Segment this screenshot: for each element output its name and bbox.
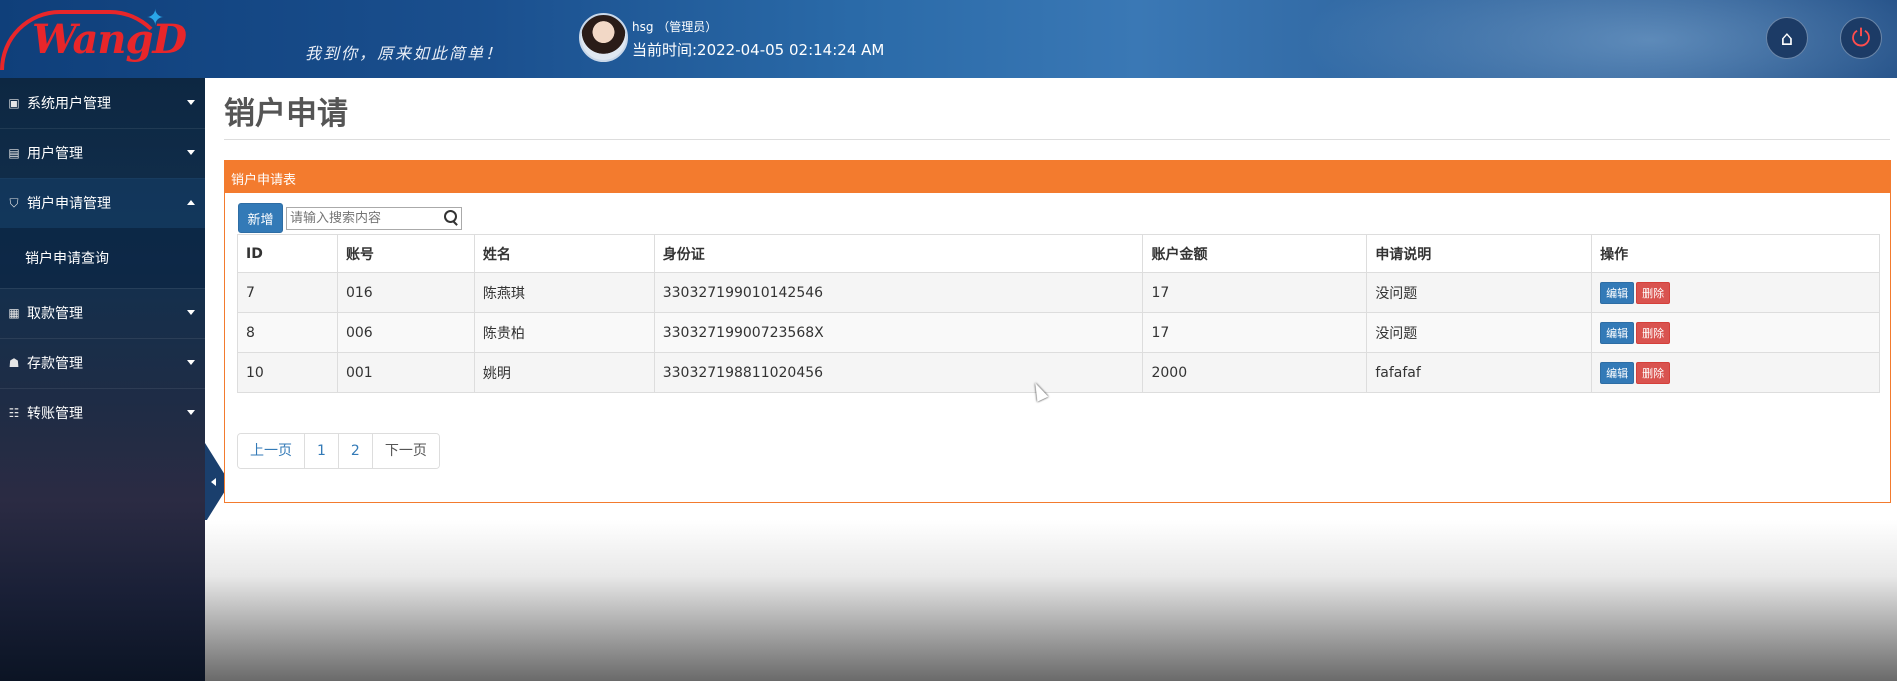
cell-name: 姚明: [473, 352, 655, 393]
sidebar-submenu: 销户申请查询: [0, 228, 205, 288]
sitemap-icon: ☷: [8, 406, 20, 420]
home-button[interactable]: ⌂: [1766, 17, 1808, 59]
data-table: ID 账号 姓名 身份证 账户金额 申请说明 操作 7 016 陈燕琪 3303…: [237, 234, 1880, 393]
slogan: 我到你，原来如此简单！: [305, 44, 504, 63]
current-time: 当前时间:2022-04-05 02:14:24 AM: [632, 41, 885, 59]
pager-next[interactable]: 下一页: [372, 434, 439, 468]
background-fade: [205, 520, 1897, 681]
cell-account: 016: [336, 272, 475, 313]
chevron-left-icon: [211, 478, 216, 486]
id-card-icon: ▣: [8, 96, 20, 110]
delete-button[interactable]: 删除: [1636, 281, 1671, 304]
column-header: 账号: [336, 234, 475, 273]
edit-button[interactable]: 编辑: [1600, 361, 1635, 384]
cell-id: 8: [237, 312, 338, 353]
sidebar-item-users[interactable]: ▤ 用户管理: [0, 128, 205, 178]
avatar[interactable]: [579, 13, 628, 62]
table-row: 10 001 姚明 330327198811020456 2000 fafafa…: [237, 352, 1880, 393]
sidebar-item-label: 系统用户管理: [27, 96, 111, 112]
sidebar-item-withdraw[interactable]: ▦ 取款管理: [0, 288, 205, 338]
column-header: 姓名: [473, 234, 655, 273]
column-header: 操作: [1591, 234, 1880, 273]
panel-title: 销户申请表: [225, 161, 1890, 193]
column-header: 申请说明: [1366, 234, 1593, 273]
users-icon: ☗: [8, 356, 20, 370]
logo: WangD ✦: [0, 4, 187, 70]
chevron-down-icon: [187, 100, 195, 105]
sidebar-item-close-account[interactable]: ⛉ 销户申请管理: [0, 178, 205, 228]
home-icon: ⌂: [1780, 26, 1794, 50]
close-account-panel: 销户申请表 新增 ID 账号 姓名 身份证 账户金额 申请说明 操作 7 016: [224, 160, 1891, 503]
column-header: ID: [237, 234, 338, 273]
sidebar: ▣ 系统用户管理 ▤ 用户管理 ⛉ 销户申请管理 销户申请查询 ▦ 取款管理 ☗…: [0, 78, 205, 681]
pagination: 上一页 1 2 下一页: [237, 433, 440, 469]
delete-button[interactable]: 删除: [1636, 321, 1671, 344]
chevron-down-icon: [187, 310, 195, 315]
search-icon[interactable]: [444, 210, 458, 224]
cell-actions: 编辑 删除: [1591, 312, 1880, 353]
add-button[interactable]: 新增: [238, 203, 283, 233]
table-header-row: ID 账号 姓名 身份证 账户金额 申请说明 操作: [237, 234, 1880, 273]
cell-id: 10: [237, 352, 338, 393]
table-row: 8 006 陈贵柏 33032719900723568X 17 没问题 编辑 删除: [237, 312, 1880, 353]
table-row: 7 016 陈燕琪 330327199010142546 17 没问题 编辑 删除: [237, 272, 1880, 313]
sidebar-item-label: 销户申请管理: [27, 196, 111, 212]
cell-note: fafafaf: [1366, 352, 1593, 393]
search-box: [286, 207, 462, 230]
user-name: hsg （管理员）: [632, 20, 718, 34]
cell-id: 7: [237, 272, 338, 313]
column-header: 身份证: [653, 234, 1144, 273]
pager-page-2[interactable]: 2: [338, 434, 373, 468]
cell-balance: 17: [1142, 312, 1368, 353]
cell-id-card: 33032719900723568X: [653, 312, 1144, 353]
sidebar-item-label: 用户管理: [27, 146, 83, 162]
power-icon: ⏻: [1851, 24, 1871, 52]
sidebar-item-label: 存款管理: [27, 356, 83, 372]
edit-button[interactable]: 编辑: [1600, 321, 1635, 344]
sidebar-item-label: 取款管理: [27, 306, 83, 322]
file-icon: ▦: [8, 306, 20, 320]
cell-account: 006: [336, 312, 475, 353]
sidebar-item-label: 转账管理: [27, 406, 83, 422]
sidebar-collapse-toggle[interactable]: [205, 443, 225, 523]
top-header: WangD ✦ 我到你，原来如此简单！ hsg （管理员） 当前时间:2022-…: [0, 0, 1897, 78]
cell-account: 001: [336, 352, 475, 393]
sidebar-item-system-users[interactable]: ▣ 系统用户管理: [0, 78, 205, 128]
cell-balance: 2000: [1142, 352, 1368, 393]
chevron-down-icon: [187, 410, 195, 415]
edit-button[interactable]: 编辑: [1600, 281, 1635, 304]
chevron-up-icon: [187, 200, 195, 205]
logo-drop-icon: ✦: [146, 6, 165, 31]
pager-prev[interactable]: 上一页: [238, 434, 305, 468]
cell-actions: 编辑 删除: [1591, 352, 1880, 393]
cell-name: 陈燕琪: [473, 272, 655, 313]
sidebar-item-deposit[interactable]: ☗ 存款管理: [0, 338, 205, 388]
delete-button[interactable]: 删除: [1636, 361, 1671, 384]
sidebar-item-transfer[interactable]: ☷ 转账管理: [0, 388, 205, 438]
cell-name: 陈贵柏: [473, 312, 655, 353]
cell-note: 没问题: [1366, 312, 1593, 353]
divider: [224, 139, 1890, 140]
cell-id-card: 330327199010142546: [653, 272, 1144, 313]
cell-note: 没问题: [1366, 272, 1593, 313]
sidebar-subitem-close-account-query[interactable]: 销户申请查询: [25, 248, 109, 268]
chevron-down-icon: [187, 150, 195, 155]
cell-actions: 编辑 删除: [1591, 272, 1880, 313]
pager-page-1[interactable]: 1: [305, 434, 339, 468]
page-title: 销户申请: [224, 96, 348, 132]
chevron-down-icon: [187, 360, 195, 365]
cell-id-card: 330327198811020456: [653, 352, 1144, 393]
shield-icon: ⛉: [9, 195, 19, 210]
user-card-icon: ▤: [8, 146, 20, 160]
cell-balance: 17: [1142, 272, 1368, 313]
logout-button[interactable]: ⏻: [1840, 17, 1882, 59]
column-header: 账户金额: [1142, 234, 1368, 273]
search-input[interactable]: [287, 208, 437, 229]
